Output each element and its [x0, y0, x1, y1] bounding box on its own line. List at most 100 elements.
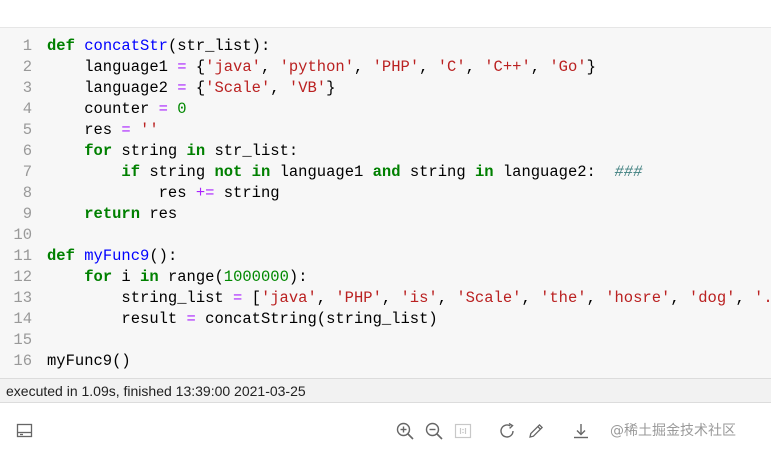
code-token: language1 — [270, 163, 373, 181]
code-token: res — [140, 205, 178, 223]
refresh-icon[interactable] — [497, 421, 517, 441]
line-number: 2 — [22, 58, 32, 76]
status-bar: executed in 1.09s, finished 13:39:00 202… — [0, 378, 771, 403]
code-token: 'java' — [260, 289, 317, 307]
code-line[interactable]: 12 for i in range(1000000): — [0, 267, 771, 288]
line-number: 5 — [22, 121, 32, 139]
code-token: { — [186, 79, 206, 97]
line-number: 16 — [13, 352, 32, 370]
code-token: = — [177, 79, 187, 97]
code-line[interactable]: 6 for string in str_list: — [0, 141, 771, 162]
download-icon[interactable] — [571, 421, 591, 441]
code-token: language2: — [493, 163, 615, 181]
code-line[interactable]: 5 res = '' — [0, 120, 771, 141]
line-number: 13 — [13, 289, 32, 307]
code-token: += — [195, 184, 215, 202]
code-line[interactable]: 8 res += string — [0, 183, 771, 204]
code-line[interactable]: 1 def concatStr(str_list): — [0, 36, 771, 57]
code-line[interactable]: 13 string_list = ['java', 'PHP', 'is', '… — [0, 288, 771, 309]
code-token: = — [186, 310, 196, 328]
code-token: myFunc9() — [47, 352, 131, 370]
line-number: 15 — [13, 331, 32, 349]
code-line[interactable]: 10 — [0, 225, 771, 246]
code-cell-editor[interactable]: 1 def concatStr(str_list): 2 language1 = {… — [0, 28, 771, 378]
code-token: , — [316, 289, 336, 307]
code-text: if string not in language1 and string in… — [47, 162, 642, 183]
code-text: myFunc9() — [47, 351, 131, 372]
code-token: 'C' — [437, 58, 466, 76]
code-line[interactable]: 15 — [0, 330, 771, 351]
code-token: 'hosre' — [605, 289, 671, 307]
code-line[interactable]: 3 language2 = {'Scale', 'VB'} — [0, 78, 771, 99]
code-token: = — [121, 121, 131, 139]
code-token: , — [270, 79, 289, 97]
code-token: def — [47, 247, 75, 265]
edit-pencil-icon[interactable] — [526, 421, 546, 441]
code-token: = — [158, 100, 168, 118]
line-number: 6 — [22, 142, 32, 160]
code-text: res += string — [47, 183, 280, 204]
code-line[interactable]: 14 result = concatString(string_list) — [0, 309, 771, 330]
line-number: 11 — [13, 247, 32, 265]
code-token: string — [214, 184, 280, 202]
code-token: string_list — [47, 289, 234, 307]
code-token: } — [586, 58, 596, 76]
code-text: string_list = ['java', 'PHP', 'is', 'Sca… — [47, 288, 771, 309]
code-token: counter — [47, 100, 159, 118]
panel-toggle-icon[interactable] — [15, 421, 35, 441]
code-token: 'the' — [540, 289, 587, 307]
code-token: 'dog' — [688, 289, 736, 307]
code-line[interactable]: 7 if string not in language1 and string … — [0, 162, 771, 183]
line-number: 4 — [22, 100, 32, 118]
code-text: res = '' — [47, 120, 159, 141]
code-line[interactable]: 11 def myFunc9(): — [0, 246, 771, 267]
code-token: string — [112, 142, 187, 160]
code-line[interactable]: 2 language1 = {'java', 'python', 'PHP', … — [0, 57, 771, 78]
code-token: , — [521, 289, 541, 307]
code-token: , — [586, 289, 606, 307]
code-token: return — [84, 205, 141, 223]
code-text: language2 = {'Scale', 'VB'} — [47, 78, 335, 99]
code-token: 'PHP' — [372, 58, 420, 76]
line-number: 8 — [22, 184, 32, 202]
code-token: = — [177, 58, 187, 76]
watermark-text: @稀土掘金技术社区 — [610, 423, 736, 439]
code-token: res — [47, 121, 122, 139]
zoom-out-icon[interactable] — [424, 421, 444, 441]
code-token: , — [381, 289, 401, 307]
actual-size-icon[interactable] — [453, 421, 473, 441]
code-token: 'Go' — [549, 58, 587, 76]
bottom-toolbar: @稀土掘金技术社区 — [0, 403, 771, 456]
notebook-window: 1 def concatStr(str_list): 2 language1 = {… — [0, 0, 771, 456]
code-text: return res — [47, 204, 177, 225]
code-token: and — [372, 163, 401, 181]
code-line[interactable]: 16 myFunc9() — [0, 351, 771, 372]
line-number: 7 — [22, 163, 32, 181]
code-token: '' — [140, 121, 159, 139]
code-token: string — [140, 163, 215, 181]
code-token: , — [437, 289, 457, 307]
code-token: , — [670, 289, 689, 307]
code-token: 'Scale' — [456, 289, 522, 307]
code-token: in — [186, 142, 206, 160]
code-token: , — [530, 58, 550, 76]
top-strip — [0, 0, 771, 28]
code-token: string — [400, 163, 475, 181]
line-number: 9 — [22, 205, 32, 223]
code-line[interactable]: 9 return res — [0, 204, 771, 225]
code-token: } — [326, 79, 336, 97]
code-text: def myFunc9(): — [47, 246, 177, 267]
code-token: [ — [242, 289, 261, 307]
code-token: if — [121, 163, 141, 181]
code-token: , — [465, 58, 485, 76]
zoom-in-icon[interactable] — [395, 421, 415, 441]
code-token: myFunc9 — [84, 247, 150, 265]
code-line[interactable]: 4 counter = 0 — [0, 99, 771, 120]
